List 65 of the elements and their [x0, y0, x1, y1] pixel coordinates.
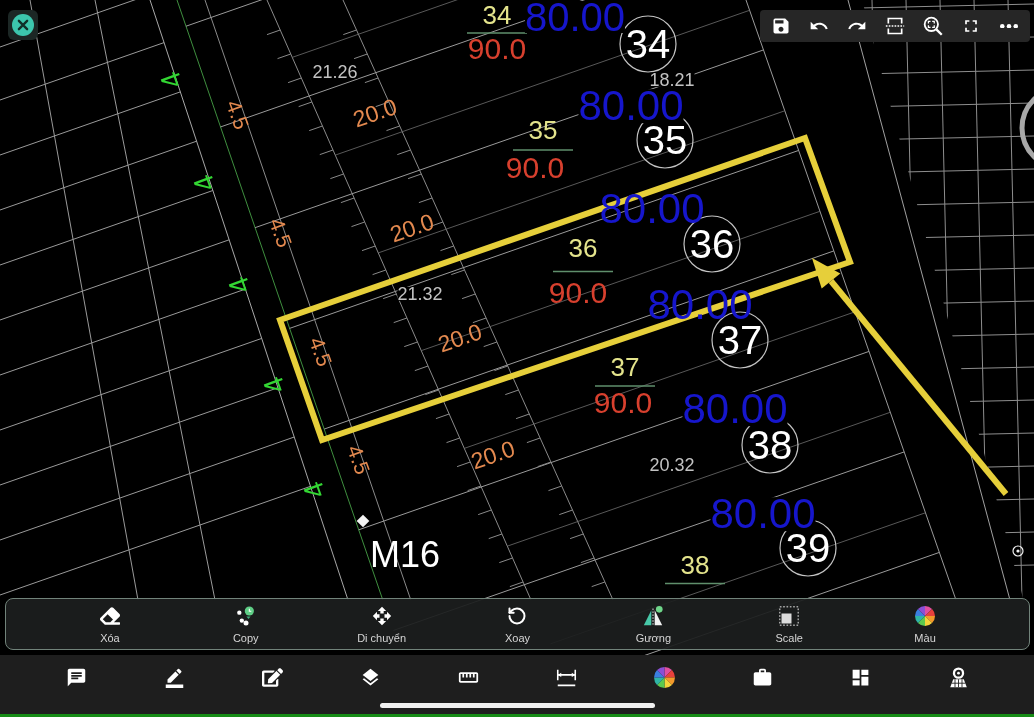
depth-label: 20.0 [387, 212, 437, 244]
lot-label: 35 [528, 119, 558, 141]
width-label: 4.5 [307, 335, 333, 369]
scale-button[interactable]: Scale [721, 599, 858, 649]
lot-number: 39 [785, 532, 831, 564]
depth-label: 20.0 [435, 322, 485, 354]
value-label: 80.00 [682, 392, 788, 426]
close-icon [12, 14, 34, 36]
move-icon [371, 606, 392, 626]
point-marker [1012, 545, 1024, 557]
edit-icon [261, 666, 283, 688]
pencil-icon [163, 666, 185, 688]
more-icon [1000, 23, 1018, 29]
depth-label: 20.0 [468, 439, 518, 471]
lot-number: 34 [625, 28, 671, 60]
lot-label: 37 [610, 356, 640, 378]
dimension-label: 18.21 [649, 72, 695, 88]
lot-number: 35 [642, 124, 688, 156]
area-label: 90.0 [548, 281, 608, 305]
width-label: 4.5 [224, 98, 250, 132]
lot-label: 34 [482, 4, 512, 26]
point-label: M16 [370, 540, 440, 570]
value-label: 80.00 [578, 89, 684, 123]
lot-number: 37 [717, 324, 763, 356]
lot-number: 36 [689, 228, 735, 260]
save-icon [771, 16, 791, 36]
value-label: 80.00 [524, 1, 626, 33]
comment-icon [65, 666, 87, 688]
marker-label: 4 [158, 68, 186, 92]
area-label: 90.0 [505, 156, 565, 180]
survey-point-marker [356, 514, 370, 528]
dimension-label: 20.32 [649, 457, 695, 473]
dots-clock-icon [235, 606, 256, 626]
mirror-icon [643, 606, 664, 626]
zoom-icon [923, 16, 943, 36]
move-button[interactable]: Di chuyển [313, 599, 450, 649]
split-icon [885, 16, 905, 36]
area-label: 90.0 [467, 37, 527, 61]
area-label: 90.0 [593, 391, 653, 415]
lot-number: 38 [747, 429, 793, 461]
color-wheel-icon [653, 666, 675, 688]
width-label: 4.5 [267, 216, 293, 250]
rotate-button[interactable]: Xoay [449, 599, 586, 649]
dimension-label: 21.26 [312, 64, 358, 80]
marker-label: 4 [261, 373, 289, 397]
target-stand-icon [947, 666, 969, 688]
copy-button[interactable]: Copy [177, 599, 314, 649]
value-label: 80.00 [710, 497, 816, 531]
eraser-icon [99, 606, 120, 626]
marker-label: 4 [301, 478, 329, 502]
marker-label: 4 [226, 273, 254, 297]
color-wheel-icon [915, 606, 936, 626]
color-button[interactable]: Màu [857, 599, 993, 649]
rotate-icon [507, 606, 528, 626]
depth-label: 20.0 [350, 97, 400, 129]
briefcase-icon [751, 666, 773, 688]
width-label: 4.5 [345, 443, 371, 477]
dimension-label: 21.32 [397, 286, 443, 302]
dashed-square-icon [779, 606, 800, 626]
erase-button[interactable]: Xóa [42, 599, 178, 649]
marker-label: 4 [191, 171, 219, 195]
lot-label: 36 [568, 237, 598, 259]
lot-label: 38 [680, 554, 710, 576]
mirror-button[interactable]: Gương [585, 599, 722, 649]
close-button[interactable] [8, 10, 38, 40]
